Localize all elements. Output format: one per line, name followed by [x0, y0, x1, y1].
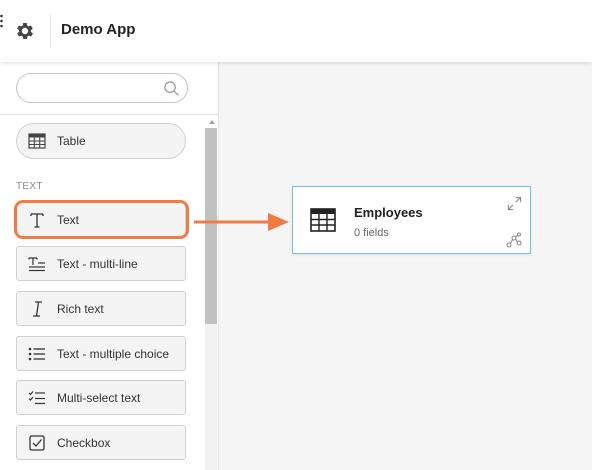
- app-title: Demo App: [61, 21, 136, 38]
- relationship-icon[interactable]: [506, 232, 522, 248]
- search-input[interactable]: [16, 73, 188, 103]
- table-icon: [27, 131, 47, 151]
- field-type-text[interactable]: Text: [16, 202, 186, 237]
- header-divider: [50, 14, 51, 48]
- app-header: Demo App: [0, 0, 592, 62]
- expand-icon[interactable]: [507, 196, 522, 211]
- field-type-label: Table: [57, 134, 86, 148]
- checklist-icon: [27, 388, 47, 408]
- field-type-checkbox[interactable]: Checkbox: [16, 425, 186, 460]
- field-sidebar: Table TEXT Text Text - multi-line Rich t…: [0, 62, 219, 470]
- text-icon: [27, 210, 47, 230]
- rich-text-icon: [27, 299, 47, 319]
- field-type-label: Text: [57, 212, 80, 227]
- section-label-text: TEXT: [16, 181, 43, 192]
- gear-icon[interactable]: [14, 20, 36, 42]
- scroll-up-arrow-icon[interactable]: [207, 118, 217, 126]
- field-type-multi-select[interactable]: Multi-select text: [16, 380, 186, 415]
- arrow-right-icon: [194, 213, 289, 231]
- multiline-text-icon: [27, 254, 47, 274]
- table-icon: [310, 208, 336, 232]
- card-field-count: 0 fields: [354, 227, 389, 239]
- menu-dots-icon[interactable]: [0, 14, 4, 28]
- table-card-employees[interactable]: Employees 0 fields: [292, 186, 531, 254]
- field-type-label: Text - multi-line: [57, 256, 138, 271]
- field-type-label: Text - multiple choice: [57, 346, 170, 361]
- card-title: Employees: [354, 205, 423, 220]
- field-type-rich-text[interactable]: Rich text: [16, 291, 186, 326]
- sidebar-divider: [0, 114, 218, 115]
- field-type-label: Multi-select text: [57, 390, 141, 405]
- field-type-label: Rich text: [57, 301, 104, 316]
- checkbox-icon: [27, 433, 47, 453]
- field-type-multiple-choice[interactable]: Text - multiple choice: [16, 336, 186, 371]
- field-type-table[interactable]: Table: [16, 123, 186, 159]
- field-type-label: Checkbox: [57, 435, 111, 450]
- list-icon: [27, 344, 47, 364]
- field-type-multiline-text[interactable]: Text - multi-line: [16, 246, 186, 281]
- search-icon[interactable]: [163, 80, 180, 97]
